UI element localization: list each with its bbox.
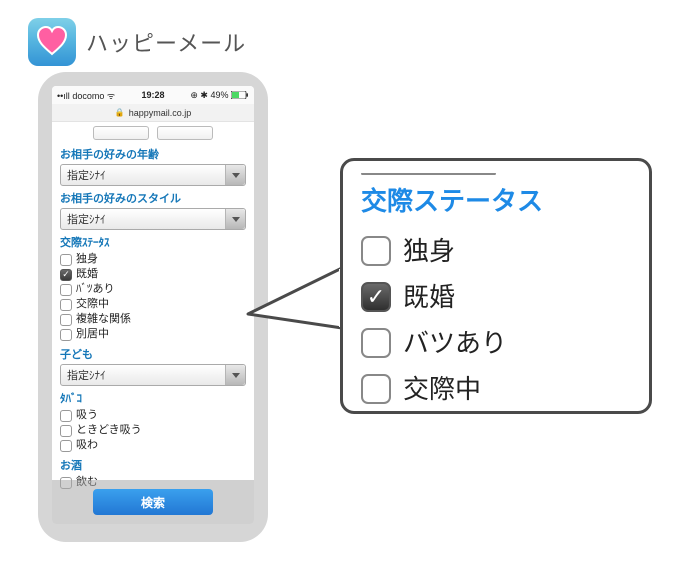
url-host: happymail.co.jp: [129, 108, 192, 118]
checkbox-row[interactable]: バツあり: [361, 320, 631, 366]
checkbox-icon[interactable]: [60, 269, 72, 281]
checkbox-label: 独身: [76, 252, 98, 267]
style-select[interactable]: 指定ｼﾅｲ: [60, 208, 246, 230]
page-content: お相手の好みの年齢 指定ｼﾅｲ お相手の好みのスタイル 指定ｼﾅｲ 交際ｽﾃｰﾀ…: [52, 122, 254, 490]
section-title-children: 子ども: [60, 346, 246, 362]
section-title-age: お相手の好みの年齢: [60, 146, 246, 162]
checkbox-label: 吸う: [76, 408, 98, 423]
checkbox-icon[interactable]: [60, 440, 72, 452]
checkbox-label: ﾊﾞﾂあり: [76, 282, 115, 297]
checkbox-label: 独身: [403, 228, 455, 274]
callout-pointer: [242, 258, 352, 368]
status-right: ⊕ ✱ 49%: [190, 90, 249, 101]
section-title-tobacco: ﾀﾊﾞｺ: [60, 390, 246, 406]
age-select[interactable]: 指定ｼﾅｲ: [60, 164, 246, 186]
callout-title: 交際ステータス: [361, 181, 631, 218]
checkbox-label: 交際中: [403, 366, 481, 412]
checkbox-row[interactable]: 既婚: [361, 274, 631, 320]
checkbox-icon[interactable]: [361, 236, 391, 266]
checkbox-icon[interactable]: [60, 284, 72, 296]
checkbox-label: 既婚: [76, 267, 98, 282]
checkbox-row[interactable]: ときどき吸う: [60, 423, 246, 438]
tobacco-checkbox-list: 吸うときどき吸う吸わ: [60, 408, 246, 453]
checkbox-row[interactable]: 交際中: [361, 366, 631, 412]
phone-frame: ••ıll docomo ᯤ 19:28 ⊕ ✱ 49% 🔒 happymail…: [38, 72, 268, 542]
search-button[interactable]: 検索: [93, 489, 213, 515]
status-checkbox-list: 独身既婚ﾊﾞﾂあり交際中複雑な関係別居中: [60, 252, 246, 342]
top-tab-2[interactable]: [157, 126, 213, 140]
checkbox-label: バツあり: [403, 320, 507, 366]
checkbox-row[interactable]: 複雑な関係: [60, 312, 246, 327]
checkbox-row[interactable]: 吸わ: [60, 438, 246, 453]
checkbox-label: 交際中: [76, 297, 109, 312]
checkbox-label: 別居中: [76, 327, 109, 342]
chevron-down-icon: [225, 209, 245, 229]
checkbox-icon[interactable]: [60, 329, 72, 341]
checkbox-icon[interactable]: [361, 282, 391, 312]
checkbox-icon[interactable]: [361, 328, 391, 358]
app-icon: [28, 18, 76, 66]
checkbox-label: 複雑な関係: [76, 312, 131, 327]
status-left: ••ıll docomo ᯤ: [57, 89, 115, 102]
checkbox-row[interactable]: 交際中: [60, 297, 246, 312]
style-select-value: 指定ｼﾅｲ: [67, 211, 106, 227]
battery-icon: [231, 91, 249, 99]
status-bar: ••ıll docomo ᯤ 19:28 ⊕ ✱ 49%: [52, 86, 254, 104]
checkbox-icon[interactable]: [60, 425, 72, 437]
checkbox-icon[interactable]: [60, 299, 72, 311]
chevron-down-icon: [225, 365, 245, 385]
top-tab-row: [60, 126, 246, 140]
section-title-status: 交際ｽﾃｰﾀｽ: [60, 234, 246, 250]
callout-bubble: 交際ステータス 独身既婚バツあり交際中: [340, 158, 652, 414]
section-title-style: お相手の好みのスタイル: [60, 190, 246, 206]
age-select-value: 指定ｼﾅｲ: [67, 167, 106, 183]
chevron-down-icon: [225, 165, 245, 185]
checkbox-row[interactable]: 独身: [60, 252, 246, 267]
checkbox-row[interactable]: 別居中: [60, 327, 246, 342]
checkbox-label: ときどき吸う: [76, 423, 142, 438]
bottom-bar: 検索: [52, 480, 254, 524]
wifi-icon: ᯤ: [107, 91, 115, 101]
checkbox-row[interactable]: 既婚: [60, 267, 246, 282]
lock-icon: 🔒: [115, 108, 125, 117]
top-tab-1[interactable]: [93, 126, 149, 140]
status-right-icons: ⊕ ✱ 49%: [190, 90, 228, 100]
children-select[interactable]: 指定ｼﾅｲ: [60, 364, 246, 386]
app-header: ハッピーメール: [28, 18, 246, 66]
checkbox-icon[interactable]: [361, 374, 391, 404]
children-select-value: 指定ｼﾅｲ: [67, 367, 106, 383]
signal-icon: ••ıll: [57, 91, 70, 101]
callout-checkbox-list: 独身既婚バツあり交際中: [361, 228, 631, 412]
checkbox-label: 既婚: [403, 274, 455, 320]
phone-screen: ••ıll docomo ᯤ 19:28 ⊕ ✱ 49% 🔒 happymail…: [52, 86, 254, 524]
checkbox-row[interactable]: 吸う: [60, 408, 246, 423]
checkbox-row[interactable]: 独身: [361, 228, 631, 274]
section-title-alcohol: お酒: [60, 457, 246, 473]
url-bar[interactable]: 🔒 happymail.co.jp: [52, 104, 254, 122]
app-name: ハッピーメール: [86, 26, 246, 58]
checkbox-row[interactable]: ﾊﾞﾂあり: [60, 282, 246, 297]
carrier-label: docomo: [72, 91, 104, 101]
checkbox-icon[interactable]: [60, 254, 72, 266]
callout-top-edge: [361, 173, 496, 177]
checkbox-icon[interactable]: [60, 410, 72, 422]
checkbox-icon[interactable]: [60, 314, 72, 326]
checkbox-label: 吸わ: [76, 438, 98, 453]
